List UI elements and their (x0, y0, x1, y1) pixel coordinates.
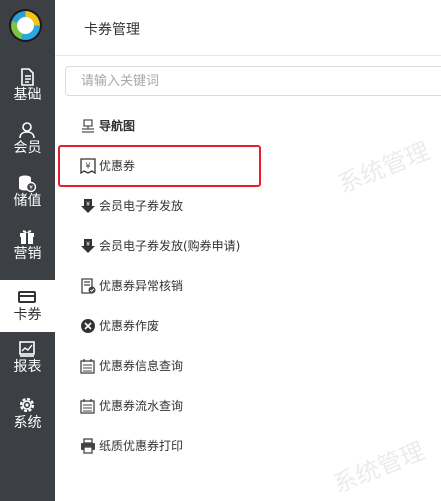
menu-item-label: 会员电子券发放 (99, 199, 184, 213)
menu-item-label: 优惠券流水查询 (99, 399, 184, 413)
app-window: 基础 会员 ¥ 储值 营销 卡券 报表 系统 卡券管理 请输入关键词 导航图 ¥… (0, 0, 441, 501)
document-check-icon (81, 278, 96, 294)
nav-item-label: 卡券 (13, 307, 42, 323)
menu-item-label: 优惠券异常核销 (99, 279, 184, 293)
menu-item-navigation-map[interactable]: 导航图 (55, 106, 441, 146)
svg-text:¥: ¥ (29, 185, 33, 192)
menu-item-member-ecoupon-issue-purchase[interactable]: ¥ 会员电子券发放(购券申请) (55, 226, 441, 266)
divider (55, 55, 441, 56)
nav-item-member[interactable]: 会员 (0, 113, 55, 165)
svg-text:¥: ¥ (86, 241, 90, 248)
coin-stack-icon: ¥ (19, 175, 37, 193)
highlight-box (58, 145, 261, 187)
menu-item-coupon-flow-query[interactable]: 优惠券流水查询 (55, 386, 441, 426)
menu-item-label: 纸质优惠券打印 (99, 439, 184, 453)
search-input[interactable] (66, 67, 441, 95)
nav-item-report[interactable]: 报表 (0, 332, 55, 384)
app-logo[interactable] (9, 9, 42, 42)
gear-icon (19, 397, 35, 413)
chart-icon (19, 341, 35, 357)
nav-item-label: 系统 (13, 415, 42, 431)
nav-item-label: 营销 (13, 246, 42, 262)
document-icon (21, 68, 34, 86)
nav-item-basic[interactable]: 基础 (0, 60, 55, 112)
nav-item-coupon[interactable]: 卡券 (0, 280, 55, 332)
nav-item-system[interactable]: 系统 (0, 388, 55, 440)
printer-icon (81, 438, 95, 454)
svg-text:¥: ¥ (86, 201, 90, 208)
menu-item-label: 导航图 (99, 119, 136, 133)
panel-title: 卡券管理 (84, 22, 140, 38)
close-circle-icon (81, 319, 95, 333)
calendar-list-icon (80, 359, 95, 374)
calendar-list-icon (80, 399, 95, 414)
card-icon (18, 291, 36, 303)
download-coupon-icon: ¥ (81, 239, 95, 253)
menu-item-coupon-void[interactable]: 优惠券作废 (55, 306, 441, 346)
download-coupon-icon: ¥ (81, 199, 95, 213)
navigation-map-icon (82, 119, 94, 133)
nav-item-label: 基础 (13, 87, 42, 103)
menu-item-coupon-info-query[interactable]: 优惠券信息查询 (55, 346, 441, 386)
menu-item-paper-coupon-print[interactable]: 纸质优惠券打印 (55, 426, 441, 466)
nav-item-marketing[interactable]: 营销 (0, 219, 55, 271)
menu-item-member-ecoupon-issue[interactable]: ¥ 会员电子券发放 (55, 186, 441, 226)
nav-item-stored-value[interactable]: ¥ 储值 (0, 166, 55, 218)
menu-item-label: 会员电子券发放(购券申请) (99, 239, 241, 253)
coupon-menu-panel: 卡券管理 导航图 ¥ 优惠券 ¥ (55, 0, 441, 501)
user-icon (19, 122, 35, 139)
nav-item-label: 会员 (13, 140, 42, 156)
nav-item-label: 储值 (13, 193, 42, 209)
gift-icon (20, 230, 34, 244)
search-box (65, 66, 441, 96)
nav-item-label: 报表 (13, 359, 42, 375)
menu-item-label: 优惠券信息查询 (99, 359, 184, 373)
main-sidebar: 基础 会员 ¥ 储值 营销 卡券 报表 系统 (0, 0, 55, 501)
menu-item-label: 优惠券作废 (99, 319, 160, 333)
menu-item-coupon-exception-writeoff[interactable]: 优惠券异常核销 (55, 266, 441, 306)
